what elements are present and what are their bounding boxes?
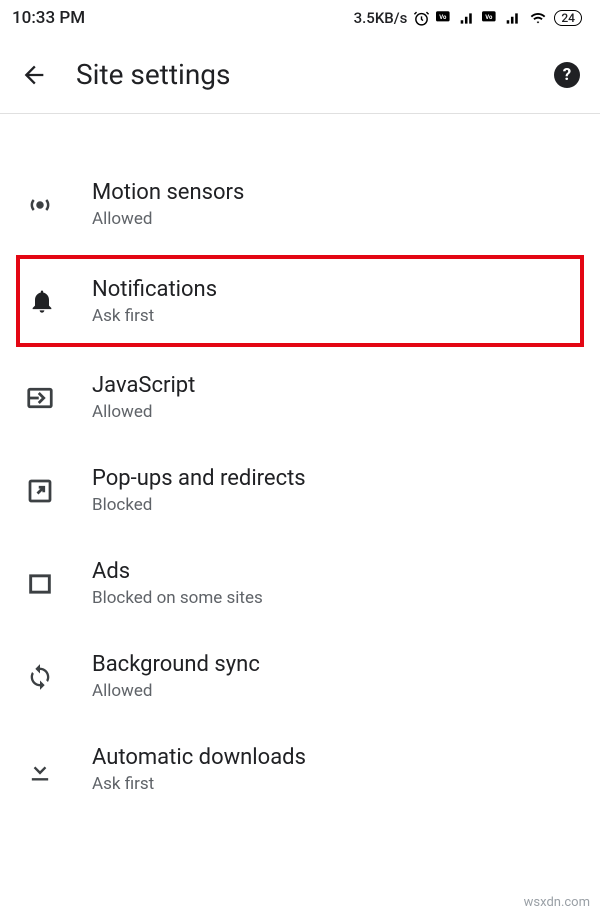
- background-sync-item[interactable]: Background sync Allowed: [0, 630, 600, 723]
- sync-icon: [24, 663, 56, 691]
- setting-sub: Allowed: [92, 209, 244, 229]
- svg-text:Vo: Vo: [440, 14, 448, 21]
- list-item[interactable]: [0, 118, 600, 158]
- notifications-item[interactable]: Notifications Ask first: [16, 255, 584, 347]
- ads-icon: [24, 570, 56, 598]
- setting-title: Notifications: [92, 277, 217, 302]
- setting-title: Pop-ups and redirects: [92, 466, 306, 491]
- battery-icon: 24: [554, 10, 582, 26]
- bell-icon: [28, 287, 56, 315]
- setting-title: JavaScript: [92, 373, 195, 398]
- setting-sub: Blocked: [92, 495, 306, 515]
- motion-sensors-icon: [24, 190, 56, 220]
- signal-icon-1: [459, 11, 476, 26]
- settings-list: Motion sensors Allowed Notifications Ask…: [0, 114, 600, 816]
- popups-item[interactable]: Pop-ups and redirects Blocked: [0, 444, 600, 537]
- volte-icon-2: Vo: [482, 11, 499, 25]
- download-icon: [24, 756, 56, 784]
- status-bar: 10:33 PM 3.5KB/s Vo Vo 24: [0, 0, 600, 36]
- setting-title: Automatic downloads: [92, 745, 306, 770]
- help-icon[interactable]: ?: [554, 62, 580, 88]
- motion-sensors-item[interactable]: Motion sensors Allowed: [0, 158, 600, 251]
- setting-sub: Ask first: [92, 774, 306, 794]
- alarm-icon: [413, 10, 430, 27]
- ads-item[interactable]: Ads Blocked on some sites: [0, 537, 600, 630]
- javascript-icon: [24, 383, 56, 413]
- watermark: wsxdn.com: [524, 895, 590, 910]
- setting-sub: Allowed: [92, 681, 260, 701]
- page-title: Site settings: [76, 58, 526, 91]
- back-icon[interactable]: [20, 61, 48, 89]
- setting-sub: Allowed: [92, 402, 195, 422]
- volte-icon-1: Vo: [436, 11, 453, 25]
- setting-title: Motion sensors: [92, 180, 244, 205]
- setting-title: Ads: [92, 559, 263, 584]
- svg-text:Vo: Vo: [486, 14, 494, 21]
- setting-sub: Ask first: [92, 306, 217, 326]
- signal-icon-2: [505, 11, 522, 26]
- automatic-downloads-item[interactable]: Automatic downloads Ask first: [0, 723, 600, 816]
- status-time: 10:33 PM: [12, 8, 85, 28]
- wifi-icon: [528, 10, 548, 26]
- setting-title: Background sync: [92, 652, 260, 677]
- status-right: 3.5KB/s Vo Vo 24: [354, 9, 582, 27]
- javascript-item[interactable]: JavaScript Allowed: [0, 351, 600, 444]
- popup-icon: [24, 476, 56, 506]
- setting-sub: Blocked on some sites: [92, 588, 263, 608]
- status-net-speed: 3.5KB/s: [354, 9, 408, 27]
- app-bar: Site settings ?: [0, 36, 600, 114]
